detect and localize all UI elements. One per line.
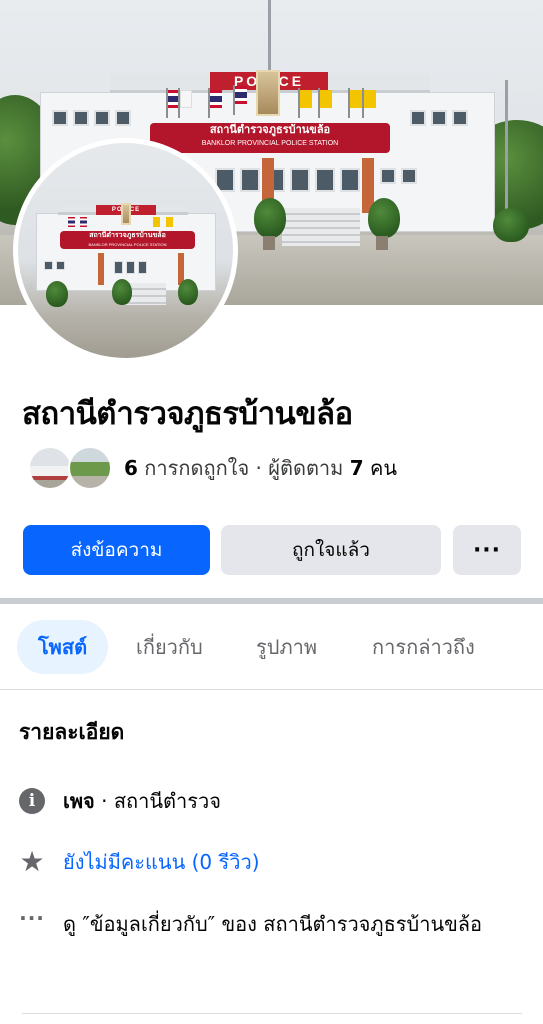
station-banner: สถานีตำรวจภูธรบ้านขล้อ BANKLOR PROVINCIA… bbox=[150, 123, 390, 153]
avatar-banner: สถานีตำรวจภูธรบ้านขล้อ BANKLOR PROVINCIA… bbox=[60, 231, 195, 249]
category-separator: · bbox=[94, 789, 114, 813]
info-icon: i bbox=[19, 788, 45, 814]
rating-link[interactable]: ยังไม่มีคะแนน (0 รีวิว) bbox=[63, 848, 260, 876]
thai-flag bbox=[210, 90, 222, 108]
page-title: สถานีตำรวจภูธรบ้านขล้อ bbox=[22, 396, 353, 432]
yellow-flag bbox=[350, 90, 362, 108]
category-prefix: เพจ bbox=[63, 789, 95, 813]
tab-photos[interactable]: รูปภาพ bbox=[256, 620, 317, 674]
shrub bbox=[254, 198, 286, 238]
royal-portrait bbox=[256, 70, 280, 116]
entrance-stairs bbox=[282, 208, 360, 246]
tabs-divider bbox=[0, 689, 543, 690]
shrub bbox=[493, 208, 529, 242]
more-options-button[interactable]: ··· bbox=[453, 525, 521, 575]
send-message-button[interactable]: ส่งข้อความ bbox=[23, 525, 210, 575]
profile-picture[interactable]: POLICE สถานีตำรวจภูธรบ้านขล้อ BANKLOR PR… bbox=[13, 138, 238, 363]
followers-count: 7 bbox=[349, 456, 364, 480]
more-dots-icon: ··· bbox=[472, 537, 502, 563]
tab-mentions[interactable]: การกล่าวถึง bbox=[372, 620, 475, 674]
window-row-right-lower bbox=[380, 168, 417, 184]
category-row: i เพจ · สถานีตำรวจ bbox=[18, 787, 221, 815]
followers-unit: คน bbox=[370, 456, 398, 480]
details-heading: รายละเอียด bbox=[19, 720, 125, 744]
stats-separator: · bbox=[255, 456, 262, 480]
window-row-left-upper bbox=[52, 110, 131, 126]
category-value: สถานีตำรวจ bbox=[113, 789, 221, 813]
page-tabs: โพสต์ เกี่ยวกับ รูปภาพ การกล่าวถึง bbox=[0, 620, 543, 674]
about-link-text[interactable]: ดู ″ข้อมูลเกี่ยวกับ″ ของ สถานีตำรวจภูธรบ… bbox=[63, 902, 523, 946]
more-horizontal-icon: ··· bbox=[19, 906, 45, 930]
friend-avatar bbox=[68, 446, 112, 490]
section-divider bbox=[0, 598, 543, 604]
likes-count: 6 bbox=[124, 456, 138, 480]
white-flag bbox=[180, 90, 192, 108]
antenna bbox=[268, 0, 271, 75]
window-row-right-upper bbox=[410, 110, 468, 126]
window-row-center bbox=[215, 168, 360, 192]
rating-row[interactable]: ★ ยังไม่มีคะแนน (0 รีวิว) bbox=[18, 845, 260, 878]
liked-button[interactable]: ถูกใจแล้ว bbox=[221, 525, 441, 575]
yellow-flag bbox=[300, 90, 312, 108]
shrub bbox=[368, 198, 400, 238]
followers-label: ผู้ติดตาม bbox=[268, 456, 344, 480]
likes-followers-text: 6 การกดถูกใจ · ผู้ติดตาม 7 คน bbox=[124, 452, 397, 484]
profile-photo: POLICE สถานีตำรวจภูธรบ้านขล้อ BANKLOR PR… bbox=[18, 143, 233, 358]
yellow-flag bbox=[320, 90, 332, 108]
details-divider bbox=[22, 1013, 522, 1014]
tab-about[interactable]: เกี่ยวกับ bbox=[136, 620, 203, 674]
thai-flag bbox=[235, 86, 247, 104]
page-stats[interactable]: 6 การกดถูกใจ · ผู้ติดตาม 7 คน bbox=[28, 446, 397, 490]
likes-label: การกดถูกใจ bbox=[144, 456, 250, 480]
friend-avatar bbox=[28, 446, 72, 490]
about-row[interactable]: ··· ดู ″ข้อมูลเกี่ยวกับ″ ของ สถานีตำรวจภ… bbox=[18, 902, 523, 946]
banner-thai-text: สถานีตำรวจภูธรบ้านขล้อ bbox=[209, 124, 331, 136]
star-icon: ★ bbox=[19, 845, 45, 878]
banner-english-text: BANKLOR PROVINCIAL POLICE STATION bbox=[201, 140, 339, 147]
tab-posts[interactable]: โพสต์ bbox=[17, 620, 108, 674]
yellow-flag bbox=[364, 90, 376, 108]
